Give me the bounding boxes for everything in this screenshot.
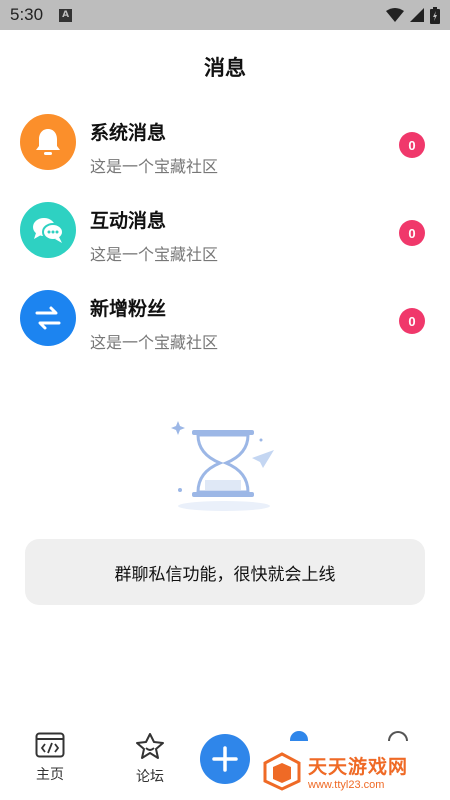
nav-profile-icon[interactable]	[388, 731, 408, 741]
message-subtitle: 这是一个宝藏社区	[90, 157, 219, 176]
battery-icon	[430, 6, 440, 24]
message-title: 互动消息	[90, 210, 167, 232]
message-item-interaction[interactable]: 互动消息 这是一个宝藏社区 0	[0, 202, 450, 290]
hourglass-icon	[171, 421, 274, 511]
chat-bubbles-icon	[20, 202, 76, 258]
message-item-system[interactable]: 系统消息 这是一个宝藏社区 0	[0, 114, 450, 202]
message-subtitle: 这是一个宝藏社区	[90, 245, 219, 264]
nav-home[interactable]: 主页	[20, 732, 80, 784]
watermark-logo	[263, 752, 301, 791]
watermark: 天天游戏网 www.ttyl23.com	[262, 748, 446, 794]
nav-forum[interactable]: 论坛	[120, 732, 180, 786]
message-title: 新增粉丝	[90, 298, 167, 320]
nav-label: 论坛	[136, 769, 164, 785]
plus-icon	[212, 746, 238, 772]
message-title: 系统消息	[90, 122, 167, 144]
nav-messages-icon[interactable]	[290, 731, 308, 741]
unread-badge: 0	[399, 220, 425, 246]
cellular-icon	[410, 8, 424, 22]
unread-badge: 0	[399, 308, 425, 334]
message-subtitle: 这是一个宝藏社区	[90, 333, 219, 352]
coming-soon-notice: 群聊私信功能，很快就会上线	[25, 539, 425, 605]
status-icons	[386, 6, 440, 24]
message-list: 系统消息 这是一个宝藏社区 0 互动消息 这是一个宝藏社区 0 新增粉丝 这是一…	[0, 114, 450, 378]
wifi-icon	[386, 8, 404, 22]
page-title: 消息	[204, 56, 246, 80]
bell-icon	[20, 114, 76, 170]
swap-arrows-icon	[20, 290, 76, 346]
code-window-icon	[35, 732, 65, 758]
status-bar: 5:30 A	[0, 0, 450, 30]
star-face-icon	[136, 733, 164, 759]
add-post-button[interactable]	[200, 734, 250, 784]
nav-label: 主页	[36, 767, 64, 783]
unread-badge: 0	[399, 132, 425, 158]
watermark-url: www.ttyl23.com	[308, 778, 385, 791]
message-item-followers[interactable]: 新增粉丝 这是一个宝藏社区 0	[0, 290, 450, 378]
watermark-title: 天天游戏网	[308, 755, 409, 778]
notification-a-icon: A	[59, 8, 73, 22]
status-time: 5:30	[10, 5, 44, 24]
